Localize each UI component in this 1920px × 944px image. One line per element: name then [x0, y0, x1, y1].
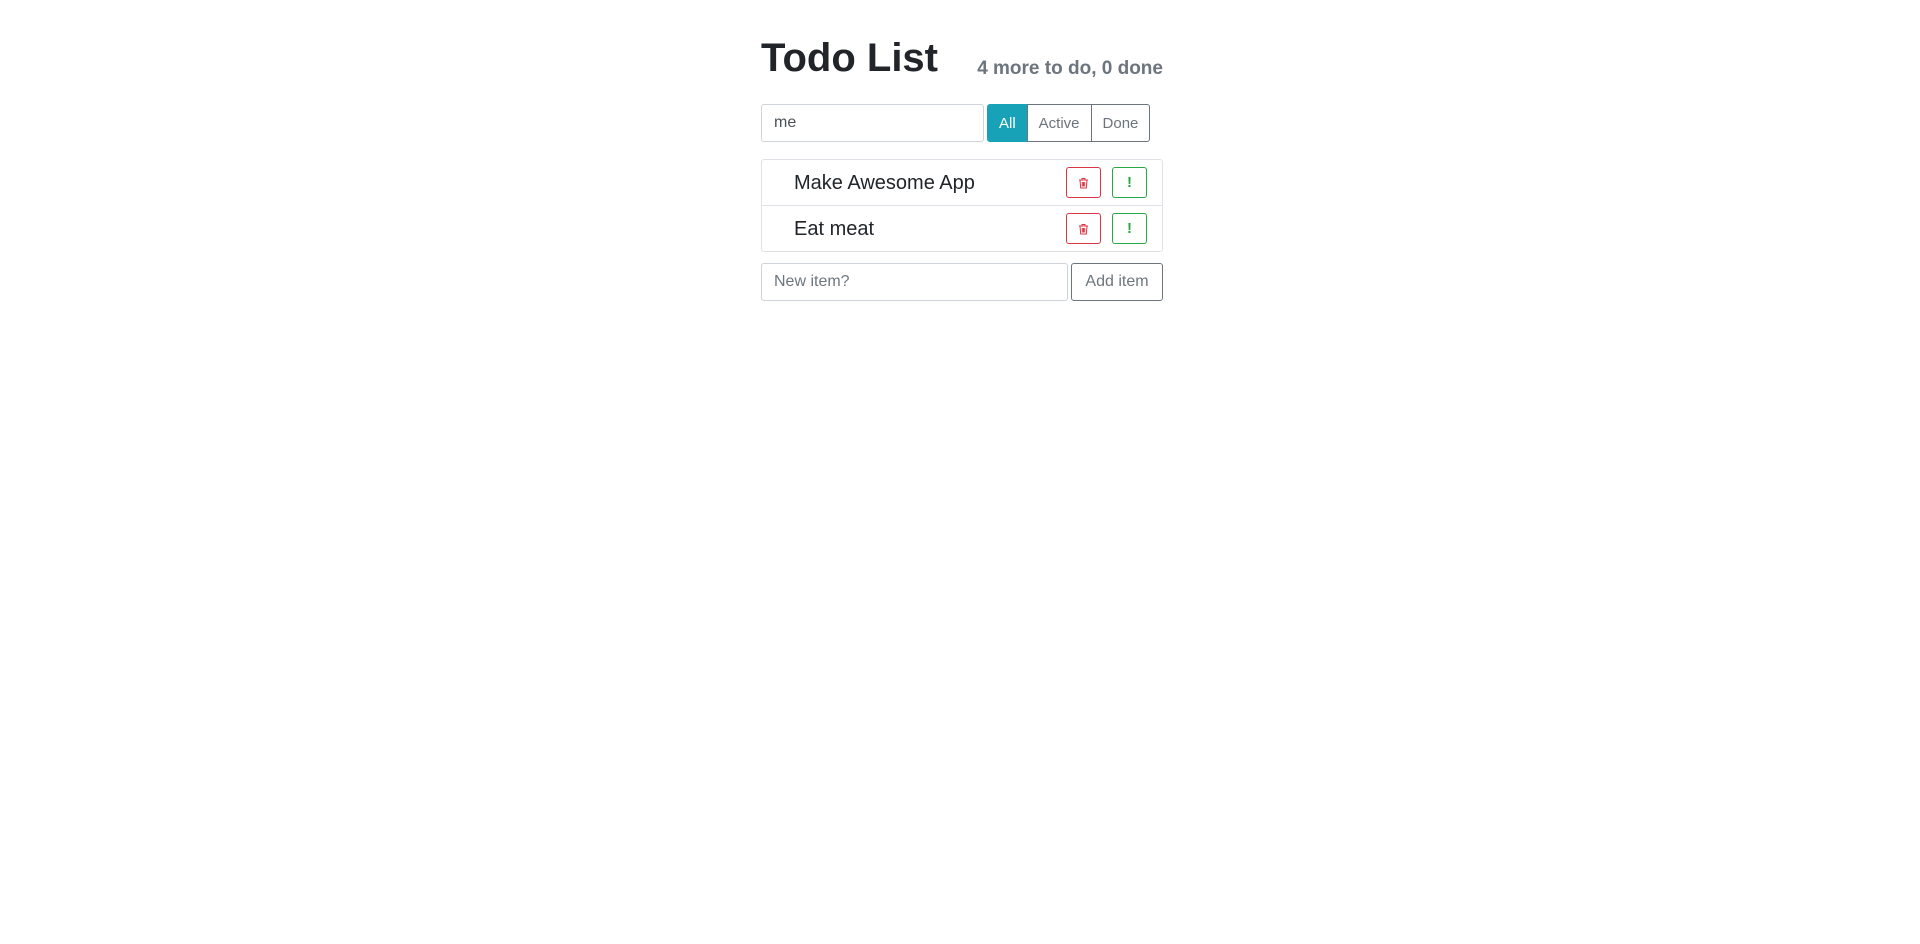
delete-button[interactable] [1066, 213, 1101, 244]
add-item-row: Add item [761, 263, 1163, 301]
search-input[interactable] [761, 104, 984, 142]
todo-list: Make Awesome App ! Eat meat ! [761, 159, 1163, 252]
important-button[interactable]: ! [1112, 213, 1147, 244]
filter-active-button[interactable]: Active [1026, 104, 1092, 142]
filter-all-button[interactable]: All [987, 104, 1028, 142]
trash-icon [1079, 223, 1088, 234]
add-item-button[interactable]: Add item [1071, 263, 1163, 301]
list-item: Make Awesome App ! [762, 160, 1162, 205]
item-actions: ! [1066, 167, 1147, 198]
filter-row: All Active Done [761, 104, 1163, 142]
list-item: Eat meat ! [762, 205, 1162, 251]
todo-item-label[interactable]: Eat meat [794, 217, 874, 241]
app-header: Todo List 4 more to do, 0 done [761, 30, 1163, 92]
todo-counter: 4 more to do, 0 done [977, 58, 1163, 79]
todo-item-label[interactable]: Make Awesome App [794, 171, 975, 195]
filter-button-group: All Active Done [987, 104, 1151, 142]
filter-done-button[interactable]: Done [1090, 104, 1151, 142]
new-item-input[interactable] [761, 263, 1068, 301]
item-actions: ! [1066, 213, 1147, 244]
trash-icon [1079, 177, 1088, 188]
important-button[interactable]: ! [1112, 167, 1147, 198]
todo-app: Todo List 4 more to do, 0 done All Activ… [761, 30, 1163, 301]
page-title: Todo List [761, 36, 938, 80]
delete-button[interactable] [1066, 167, 1101, 198]
